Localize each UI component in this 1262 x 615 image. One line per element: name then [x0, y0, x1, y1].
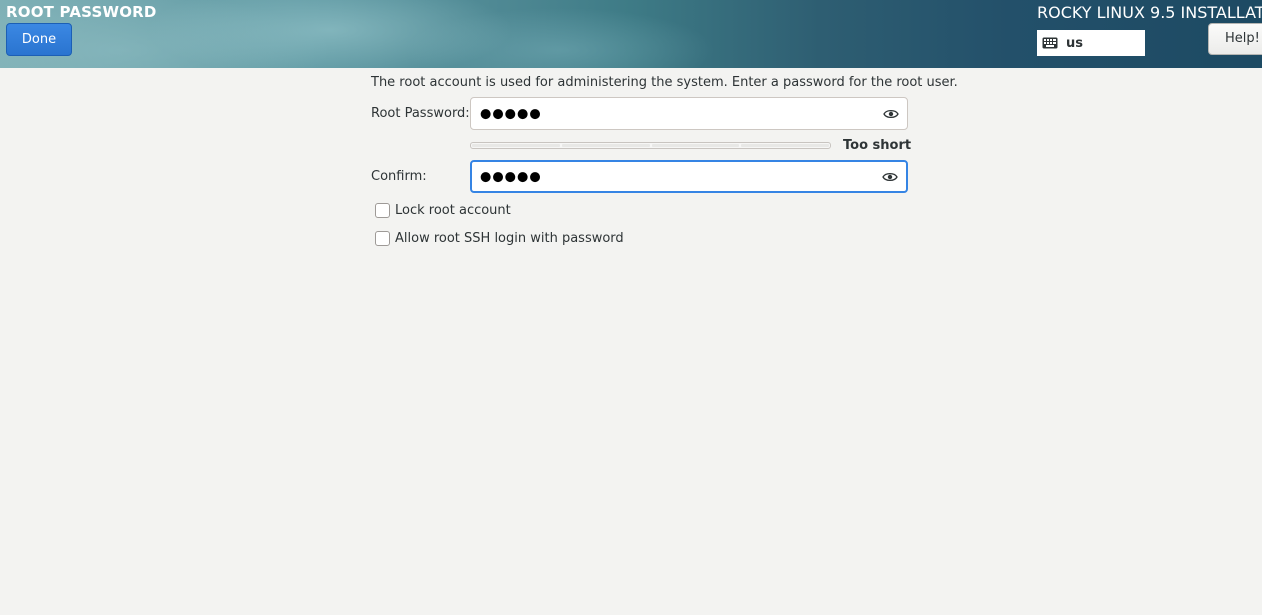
lock-root-row[interactable]: Lock root account	[375, 203, 511, 218]
password-strength-bar	[470, 142, 831, 149]
intro-text: The root account is used for administeri…	[371, 75, 958, 90]
keyboard-icon	[1042, 37, 1058, 49]
header-bar: ROOT PASSWORD Done ROCKY LINUX 9.5 INSTA…	[0, 0, 1262, 68]
ssh-login-label[interactable]: Allow root SSH login with password	[395, 231, 624, 246]
eye-icon[interactable]	[882, 171, 898, 183]
keyboard-layout-indicator[interactable]: us	[1037, 30, 1145, 56]
page-title: ROOT PASSWORD	[6, 3, 157, 21]
done-button[interactable]: Done	[6, 23, 72, 56]
lock-root-checkbox[interactable]	[375, 203, 390, 218]
ssh-login-row[interactable]: Allow root SSH login with password	[375, 231, 624, 246]
ssh-login-checkbox[interactable]	[375, 231, 390, 246]
root-password-field[interactable]: ●●●●●	[470, 97, 908, 130]
password-strength-label: Too short	[843, 138, 912, 153]
strength-segment	[472, 144, 560, 147]
confirm-password-label: Confirm:	[371, 169, 427, 184]
confirm-password-value: ●●●●●	[480, 169, 542, 184]
confirm-password-field[interactable]: ●●●●●	[470, 160, 908, 193]
strength-segment	[651, 144, 740, 147]
help-button[interactable]: Help!	[1208, 23, 1262, 55]
eye-icon[interactable]	[883, 108, 899, 120]
root-password-value: ●●●●●	[480, 106, 542, 121]
product-title: ROCKY LINUX 9.5 INSTALLATION	[1037, 3, 1262, 22]
root-password-label: Root Password:	[371, 106, 470, 121]
strength-segment	[561, 144, 650, 147]
keyboard-layout-label: us	[1066, 35, 1083, 51]
strength-segment	[741, 144, 829, 147]
lock-root-label[interactable]: Lock root account	[395, 203, 511, 218]
